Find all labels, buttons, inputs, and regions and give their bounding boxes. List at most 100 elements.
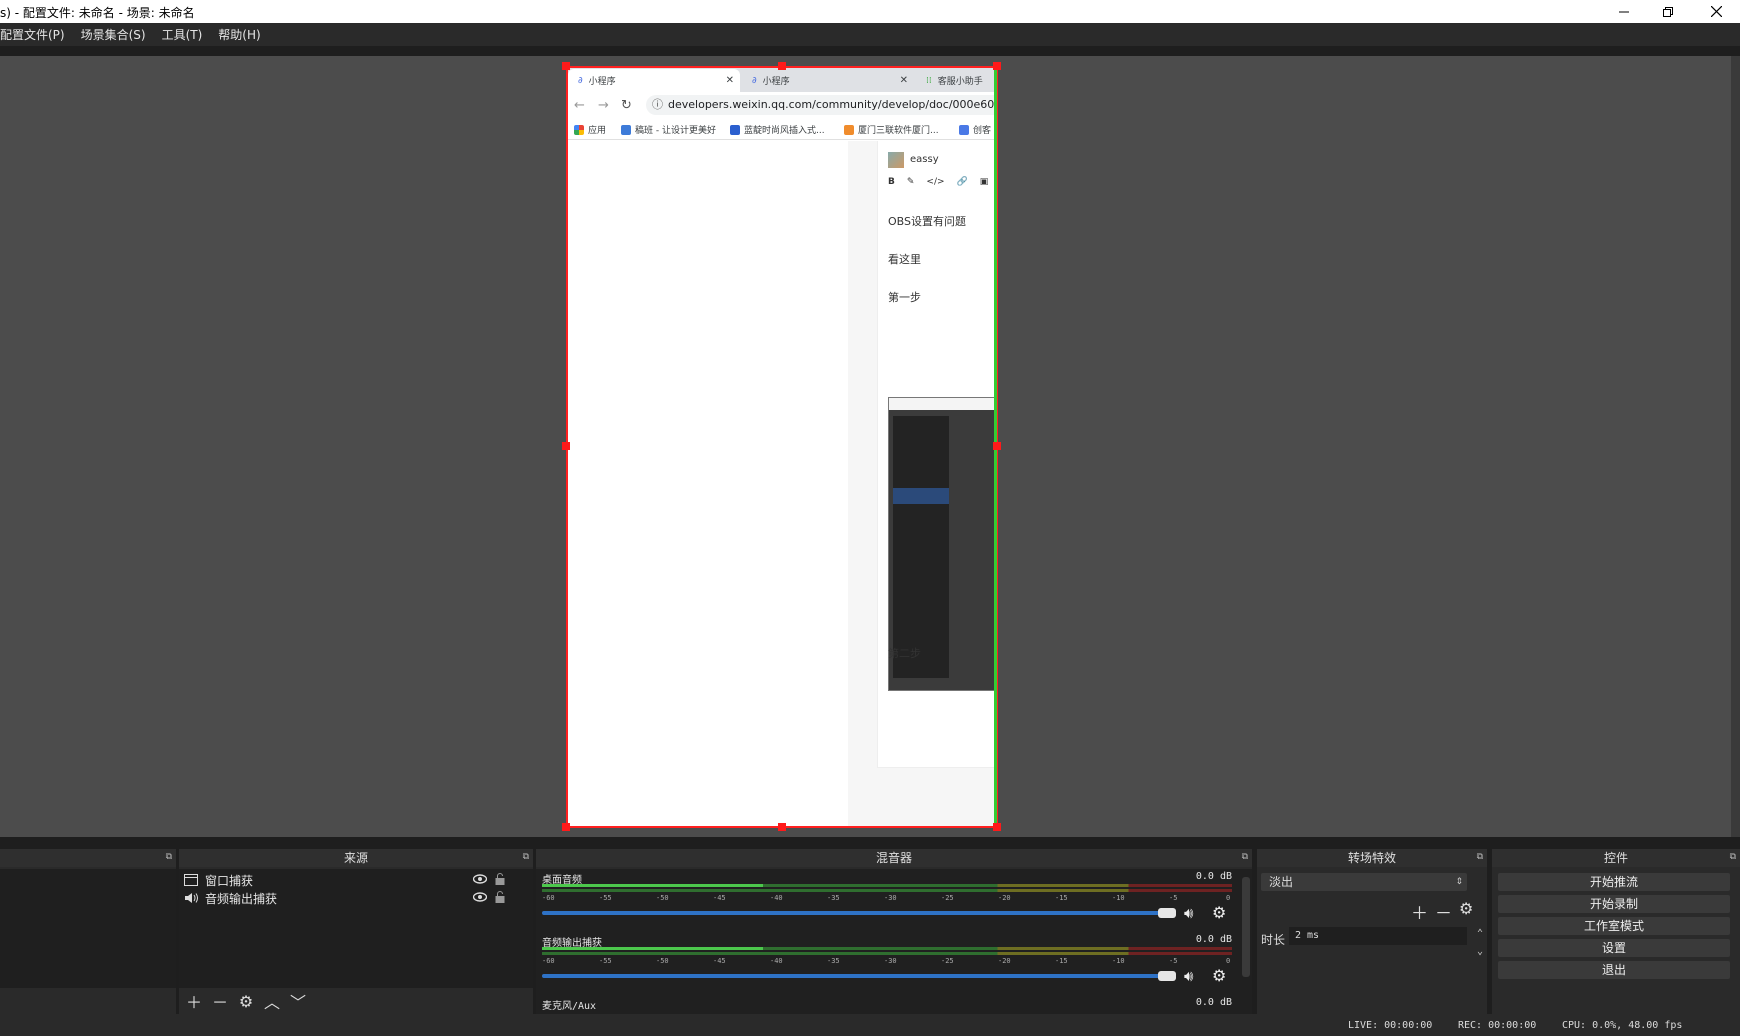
url-input[interactable]: ⓘ developers.weixin.qq.com/community/dev… [646,95,997,115]
bookmark-label: 创客 [973,126,992,136]
scenes-list[interactable] [0,869,176,988]
tab-close-icon[interactable]: ✕ [900,75,908,86]
duration-spinbox[interactable]: 2 ms ⌃ ⌄ [1289,927,1483,957]
browser-tab[interactable]: ⁞⁞ 客服小助手 [916,69,997,92]
lock-icon[interactable] [495,890,505,906]
meter-tick-label: -5 [1169,894,1178,902]
resize-handle[interactable] [562,62,570,70]
menu-bar: 配置文件(P) 场景集合(S) 工具(T) 帮助(H) [0,23,1740,46]
highlight-icon[interactable]: ✎ [907,177,915,187]
transition-selected: 淡出 [1269,875,1294,889]
bookmark[interactable]: 应用 [574,123,606,136]
menu-help[interactable]: 帮助(H) [210,26,268,43]
browser-tab[interactable]: ∂ 小程序 ✕ [568,69,740,92]
bookmark-label: 应用 [588,126,607,136]
popout-icon[interactable]: ⧉ [166,852,172,862]
meter-tick-label: -10 [1112,957,1125,965]
meter-tick-label: -25 [941,957,954,965]
transition-gear-icon[interactable]: ⚙ [1459,899,1473,918]
transition-select[interactable]: 淡出 ⇕ [1261,873,1467,891]
image-icon[interactable]: ▣ [980,177,989,187]
visibility-eye-icon[interactable] [472,891,488,905]
resize-handle[interactable] [562,442,570,450]
menu-tools[interactable]: 工具(T) [154,26,211,43]
meter-tick-label: -55 [599,957,612,965]
mixer-scrollbar[interactable] [1242,877,1250,977]
meter-tick-label: -45 [713,894,726,902]
restore-button[interactable] [1646,0,1690,23]
bookmark[interactable]: 蓝靛时尚风插入式... [730,123,825,136]
minimize-button[interactable] [1602,0,1646,23]
bookmark[interactable]: 稿班 - 让设计更美好 [621,123,716,136]
lock-icon[interactable] [495,872,505,888]
resize-handle[interactable] [993,62,1001,70]
volume-slider[interactable] [542,911,1168,915]
popout-icon[interactable]: ⧉ [1242,852,1248,862]
tab-close-icon[interactable]: ✕ [726,75,734,86]
bookmark[interactable]: 厦门三联软件厦门... [844,123,939,136]
menu-scene-collection[interactable]: 场景集合(S) [73,26,154,43]
preview-scrollbar[interactable] [1731,56,1740,837]
back-icon[interactable]: ← [574,98,585,113]
resize-handle[interactable] [993,442,1001,450]
browser-tab-label: 客服小助手 [937,77,983,87]
settings-button[interactable]: 设置 [1498,939,1730,957]
visibility-eye-icon[interactable] [472,873,488,887]
meter-tick-label: -35 [827,894,840,902]
spin-arrows-icon[interactable]: ⌃ ⌄ [1477,925,1483,961]
channel-gear-icon[interactable]: ⚙ [1212,966,1226,985]
bookmarks-bar: 应用 稿班 - 让设计更美好 蓝靛时尚风插入式... 厦门三联软件厦门... 创… [566,118,997,140]
updown-icon: ⇕ [1455,877,1463,887]
mixer-body: 桌面音频 0.0 dB -60 -55 -50 -45 -40 -35 -30 -25 -20 -15… [536,869,1252,1014]
bold-icon[interactable]: B [888,177,895,187]
popout-icon[interactable]: ⧉ [1477,852,1483,862]
sources-list[interactable]: 窗口捕获 音频输出捕获 [179,869,533,988]
volume-slider[interactable] [542,974,1168,978]
resize-handle[interactable] [778,823,786,831]
start-streaming-button[interactable]: 开始推流 [1498,873,1730,891]
popout-icon[interactable]: ⧉ [1730,852,1736,862]
mixer-channel-db: 0.0 dB [1195,997,1232,1008]
code-icon[interactable]: </> [926,177,944,187]
source-item[interactable]: 窗口捕获 [183,871,509,889]
meter-tick-label: -10 [1112,894,1125,902]
exit-button[interactable]: 退出 [1498,961,1730,979]
controls-dock: 控件 ⧉ 开始推流 开始录制 工作室模式 设置 退出 [1492,849,1740,1014]
bookmark[interactable]: 创客 [959,123,991,136]
channel-gear-icon[interactable]: ⚙ [1212,903,1226,922]
move-down-chevron-icon[interactable]: ﹀ [289,992,307,1012]
status-bar: LIVE: 00:00:00 REC: 00:00:00 CPU: 0.0%, … [0,1014,1740,1036]
source-item[interactable]: 音频输出捕获 [183,889,509,907]
studio-mode-button[interactable]: 工作室模式 [1498,917,1730,935]
mute-speaker-icon[interactable]: 🔊︎ [1184,904,1193,922]
resize-handle[interactable] [993,823,1001,831]
source-name: 窗口捕获 [205,873,254,888]
add-source-button[interactable]: ＋ [185,992,203,1012]
info-icon: ⓘ [652,98,663,111]
volume-slider-knob[interactable] [1158,908,1176,918]
reload-icon[interactable]: ↻ [621,98,632,113]
popout-icon[interactable]: ⧉ [523,852,529,862]
browser-tab[interactable]: ∂ 小程序 ✕ [742,69,914,92]
menu-profile[interactable]: 配置文件(P) [0,26,73,43]
remove-transition-button[interactable]: － [1435,899,1452,924]
link-icon[interactable]: 🔗 [957,177,968,187]
mini-program-icon: ∂ [752,75,757,86]
meter-scale: -60 -55 -50 -45 -40 -35 -30 -25 -20 -15 -10 -5 0 [542,957,1232,967]
mute-speaker-icon[interactable]: 🔊︎ [1184,967,1193,985]
start-recording-button[interactable]: 开始录制 [1498,895,1730,913]
window-capture-preview[interactable]: ∂ 小程序 ✕ ∂ 小程序 ✕ ⁞⁞ 客服小助手 ← → ↻ ⓘ develop… [566,66,997,828]
window-icon [183,874,199,886]
resize-handle[interactable] [562,823,570,831]
source-properties-gear-icon[interactable]: ⚙ [237,992,255,1011]
post-line: 第一步 [888,291,921,304]
close-button[interactable] [1694,0,1738,23]
duration-label: 时长 [1261,933,1286,947]
move-up-chevron-icon[interactable]: ︿ [263,992,281,1012]
add-transition-button[interactable]: ＋ [1411,899,1428,924]
volume-slider-knob[interactable] [1158,971,1176,981]
meter-tick-label: -50 [656,894,669,902]
resize-handle[interactable] [778,62,786,70]
forward-icon[interactable]: → [598,98,609,113]
remove-source-button[interactable]: － [211,992,229,1012]
